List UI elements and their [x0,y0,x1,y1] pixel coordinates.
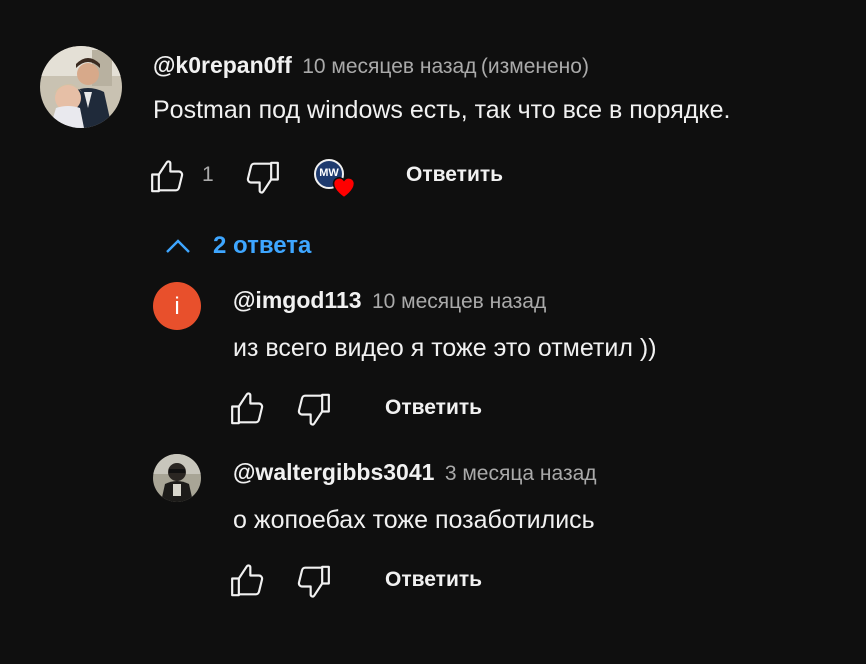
comment-text: Postman под windows есть, так что все в … [153,96,731,124]
replies-count: 2 ответа [213,232,312,259]
reply-avatar[interactable] [153,454,201,502]
reply-header: @waltergibbs3041 3 месяца назад [233,459,597,486]
like-icon[interactable] [228,561,268,601]
dislike-icon[interactable] [293,561,333,601]
reply-toolbar: Ответить [228,387,528,431]
reply-button[interactable]: Ответить [385,568,482,592]
reply-toolbar: Ответить [228,559,528,603]
avatar[interactable] [40,46,122,128]
like-icon[interactable] [228,389,268,429]
reply-button[interactable]: Ответить [385,396,482,420]
reply-text: из всего видео я тоже это отметил )) [233,334,657,362]
reply-button[interactable]: Ответить [406,163,503,187]
reply-author[interactable]: @imgod113 [233,287,362,313]
comment-author[interactable]: @k0repan0ff [153,52,292,78]
reply-author[interactable]: @waltergibbs3041 [233,459,434,485]
chevron-up-icon [166,239,190,253]
reply-time[interactable]: 3 месяца назад [445,462,597,485]
dislike-icon[interactable] [293,389,333,429]
comment-toolbar: 1 MW Ответить [148,155,548,199]
reply-avatar-photo [153,454,201,502]
reply-text: о жопоебах тоже позаботились [233,506,595,534]
heart-icon [332,177,356,199]
like-icon[interactable] [148,157,188,197]
comment-edited-label: (изменено) [480,55,589,78]
reply-avatar[interactable]: i [153,282,201,330]
avatar-photo [40,46,122,128]
comment-header: @k0repan0ff 10 месяцев назад (изменено) [153,52,589,79]
reply-header: @imgod113 10 месяцев назад [233,287,546,314]
comment-time[interactable]: 10 месяцев назад [302,55,476,78]
reply-time[interactable]: 10 месяцев назад [372,290,546,313]
dislike-icon[interactable] [242,157,282,197]
creator-heart[interactable]: MW [314,159,360,201]
reply-avatar-letter: i [174,293,180,320]
like-count: 1 [202,163,214,186]
